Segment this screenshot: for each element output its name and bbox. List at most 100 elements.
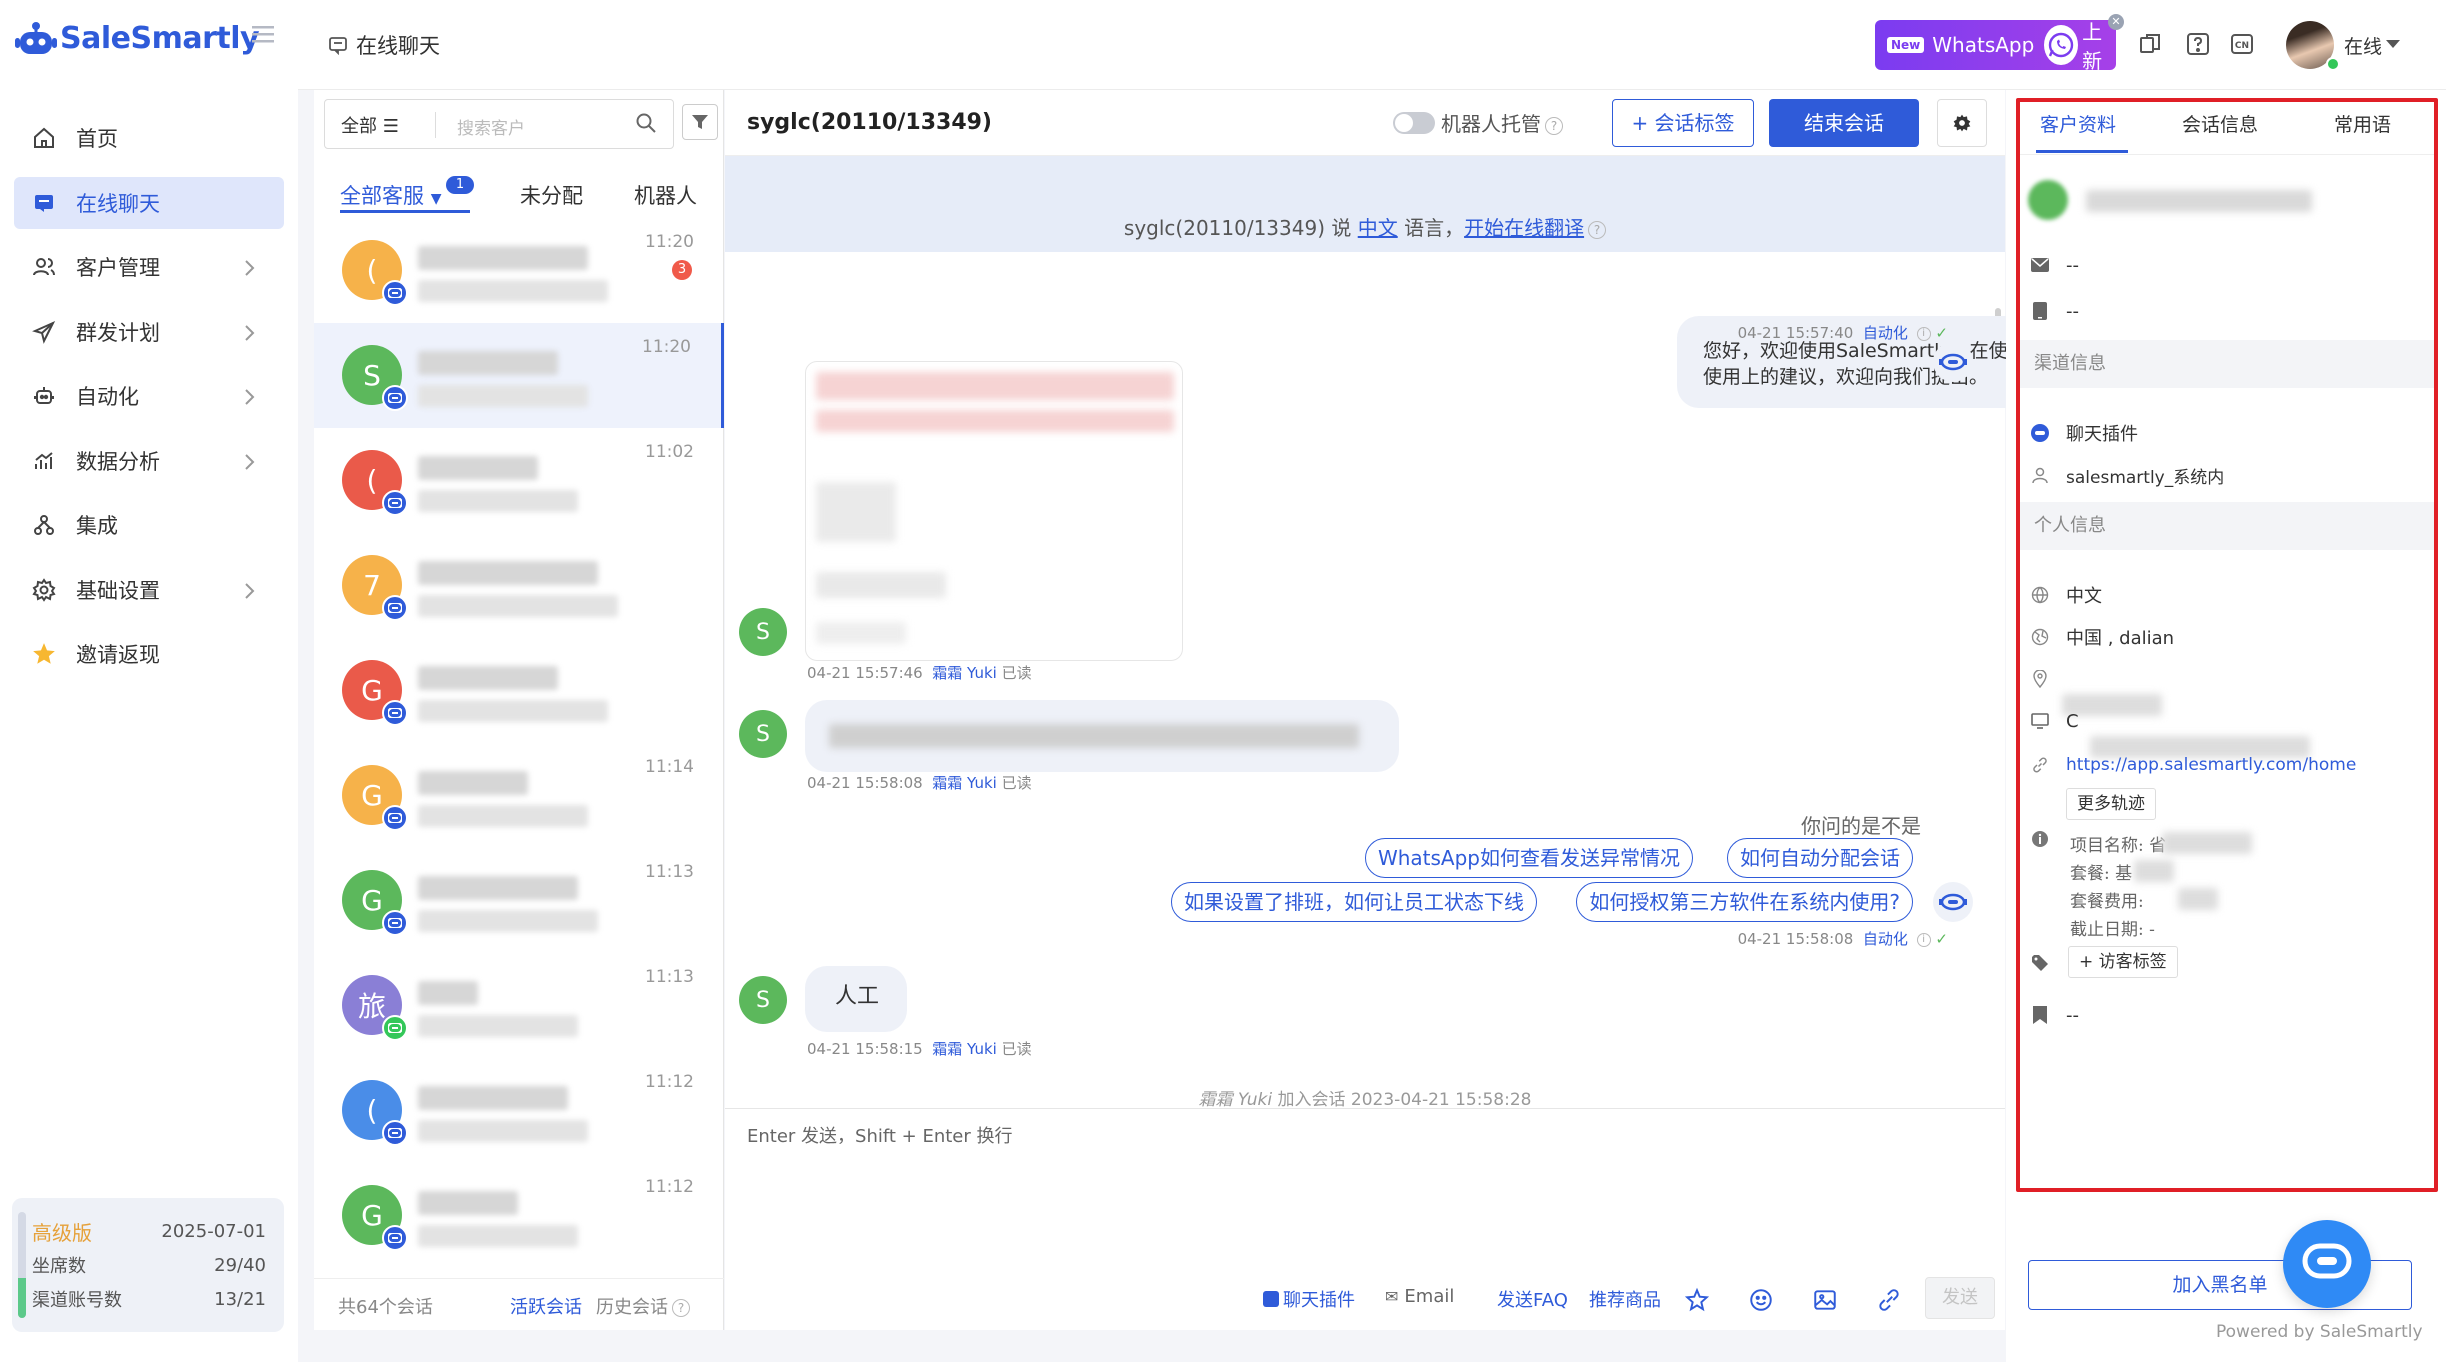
faq-chip[interactable]: 如果设置了排班，如何让员工状态下线 xyxy=(1171,882,1537,922)
whatsapp-icon xyxy=(2044,25,2079,65)
faq-chip[interactable]: WhatsApp如何查看发送异常情况 xyxy=(1364,838,1693,878)
nav-label: 客户管理 xyxy=(76,256,160,280)
conversation-item[interactable]: G xyxy=(314,638,724,743)
conversation-item[interactable]: (11:20 3 xyxy=(314,218,724,323)
conversation-item[interactable]: 旅 11:13 xyxy=(314,953,724,1058)
users-icon xyxy=(30,253,58,281)
tab-badge: 1 xyxy=(446,176,474,194)
tab-all-agents[interactable]: 全部客服 ▼ 1 xyxy=(340,176,474,210)
start-translation-link[interactable]: 开始在线翻译 xyxy=(1464,216,1584,240)
conversation-list: 全部 ☰ 搜索客户 全部客服 ▼ 1 未分配 机器人 (11:20 3 S 11:20(… xyxy=(314,90,724,1330)
robot-toggle[interactable] xyxy=(1393,112,1435,134)
scope-select[interactable]: 全部 ☰ xyxy=(341,112,399,138)
help-icon[interactable] xyxy=(2184,30,2212,58)
nav-item-referral[interactable]: 邀请返现 xyxy=(14,628,284,680)
search-input[interactable]: 搜索客户 xyxy=(457,114,525,139)
brand-logo[interactable]: SaleSmartly xyxy=(14,16,260,60)
channels-label: 渠道账号数 xyxy=(32,1290,122,1311)
powered-by: Powered by SaleSmartly xyxy=(2216,1322,2423,1342)
end-session-button[interactable]: 结束会话 xyxy=(1769,99,1919,147)
gear-icon[interactable] xyxy=(1937,99,1987,147)
whatsapp-promo-banner[interactable]: New WhatsApp 上新 ✕ xyxy=(1875,14,2124,73)
live-chat-widget-button[interactable] xyxy=(2283,1220,2371,1308)
conversation-item[interactable]: 7 xyxy=(314,533,724,638)
check-icon: ✓ xyxy=(1935,324,1948,342)
customer-search[interactable]: 全部 ☰ 搜索客户 xyxy=(324,99,674,149)
chat-icon xyxy=(30,189,58,217)
conversation-item[interactable]: G 11:13 xyxy=(314,848,724,953)
nav-item-home[interactable]: 首页 xyxy=(14,112,284,164)
recommend-product-tool[interactable]: 推荐商品 xyxy=(1589,1286,1661,1312)
contact-name-redacted xyxy=(418,1191,518,1215)
conversation-time: 11:13 xyxy=(645,967,694,987)
image-icon[interactable] xyxy=(1811,1286,1839,1314)
history-sessions-link[interactable]: 历史会话? xyxy=(596,1293,690,1319)
conversation-items: (11:20 3 S 11:20(11:02 7 G G 11:14 G 11:13 旅 11:13(… xyxy=(314,218,724,1278)
customer-info-panel: 客户资料 会话信息 常用语 -- -- 渠道信息 聊天插件 salesmartl… xyxy=(2006,90,2446,1362)
brand-name: SaleSmartly xyxy=(60,20,260,56)
star-icon xyxy=(30,640,58,668)
total-count: 共64个会话 xyxy=(338,1297,433,1318)
conversation-item[interactable]: G 11:12 xyxy=(314,1163,724,1268)
status-select[interactable]: 在线 xyxy=(2344,32,2382,59)
faq-chip[interactable]: 如何自动分配会话 xyxy=(1727,838,1913,878)
language-link[interactable]: 中文 xyxy=(1358,216,1398,240)
tab-unassigned[interactable]: 未分配 xyxy=(520,180,583,210)
search-icon[interactable] xyxy=(635,112,657,138)
message-meta: 04-21 15:58:08 霜霜 Yuki 已读 xyxy=(807,774,1032,792)
image-message-card[interactable] xyxy=(805,361,1183,661)
nav-item-customers[interactable]: 客户管理 xyxy=(14,241,284,293)
conversation-time: 11:12 xyxy=(645,1177,694,1197)
nav-item-integration[interactable]: 集成 xyxy=(14,499,284,551)
conversation-tabs: 全部客服 ▼ 1 未分配 机器人 xyxy=(314,168,724,218)
language-icon[interactable]: CN xyxy=(2228,30,2256,58)
channel-badge-icon xyxy=(382,805,408,831)
nav-label: 基础设置 xyxy=(76,578,160,603)
message-input[interactable]: Enter 发送，Shift + Enter 换行 xyxy=(747,1122,1013,1148)
conversation-item[interactable]: G 11:14 xyxy=(314,743,724,848)
nav-item-broadcast[interactable]: 群发计划 xyxy=(14,306,284,358)
send-button[interactable]: 发送 xyxy=(1925,1277,1995,1319)
conversation-time: 11:14 xyxy=(645,757,694,777)
last-message-redacted xyxy=(418,490,578,512)
close-icon[interactable]: ✕ xyxy=(2108,14,2124,30)
chat-plugin-tool[interactable]: 聊天插件 xyxy=(1263,1286,1355,1312)
check-icon: ✓ xyxy=(1935,930,1948,948)
chevron-right-icon xyxy=(244,323,256,341)
active-sessions-link[interactable]: 活跃会话 xyxy=(510,1293,582,1319)
nav-item-automation[interactable]: 自动化 xyxy=(14,370,284,422)
list-filter-icon: ☰ xyxy=(382,116,399,137)
last-message-redacted xyxy=(418,910,598,932)
tab-robot[interactable]: 机器人 xyxy=(634,180,697,210)
nav-item-live-chat[interactable]: 在线聊天 xyxy=(14,176,284,229)
help-icon: ? xyxy=(1545,116,1563,135)
channel-badge-icon xyxy=(382,1015,408,1041)
nav-label: 邀请返现 xyxy=(76,643,160,667)
chevron-right-icon xyxy=(244,581,256,599)
channel-badge-icon xyxy=(382,595,408,621)
integration-icon xyxy=(30,511,58,539)
chevron-down-icon[interactable] xyxy=(2386,40,2400,48)
caret-down-icon: ▼ xyxy=(430,191,442,207)
send-faq-tool[interactable]: 发送FAQ xyxy=(1497,1286,1568,1312)
help-icon: ? xyxy=(672,1299,690,1317)
nav-item-analytics[interactable]: 数据分析 xyxy=(14,435,284,487)
conversation-item[interactable]: (11:12 xyxy=(314,1058,724,1163)
window-switch-icon[interactable] xyxy=(2136,30,2164,58)
conversation-item[interactable]: S 11:20 xyxy=(314,323,724,428)
collapse-menu-icon[interactable] xyxy=(252,24,274,44)
settings-icon xyxy=(30,576,58,604)
favorite-icon[interactable] xyxy=(1683,1286,1711,1314)
plan-name: 高级版 xyxy=(32,1220,92,1245)
add-session-tag-button[interactable]: + 会话标签 xyxy=(1612,99,1754,147)
plan-card[interactable]: 高级版 2025-07-01 坐席数 29/40 渠道账号数 13/21 xyxy=(12,1198,284,1332)
faq-chip[interactable]: 如何授权第三方软件在系统内使用? xyxy=(1576,882,1913,922)
faq-meta: 04-21 15:58:08 自动化 i ✓ xyxy=(1737,930,1948,948)
emoji-icon[interactable] xyxy=(1747,1286,1775,1314)
email-tool[interactable]: ✉ Email xyxy=(1385,1286,1454,1307)
conversation-item[interactable]: (11:02 xyxy=(314,428,724,533)
nav-item-settings[interactable]: 基础设置 xyxy=(14,564,284,616)
attachment-icon[interactable] xyxy=(1875,1286,1903,1314)
filter-button[interactable] xyxy=(682,104,718,140)
chevron-right-icon xyxy=(244,258,256,276)
